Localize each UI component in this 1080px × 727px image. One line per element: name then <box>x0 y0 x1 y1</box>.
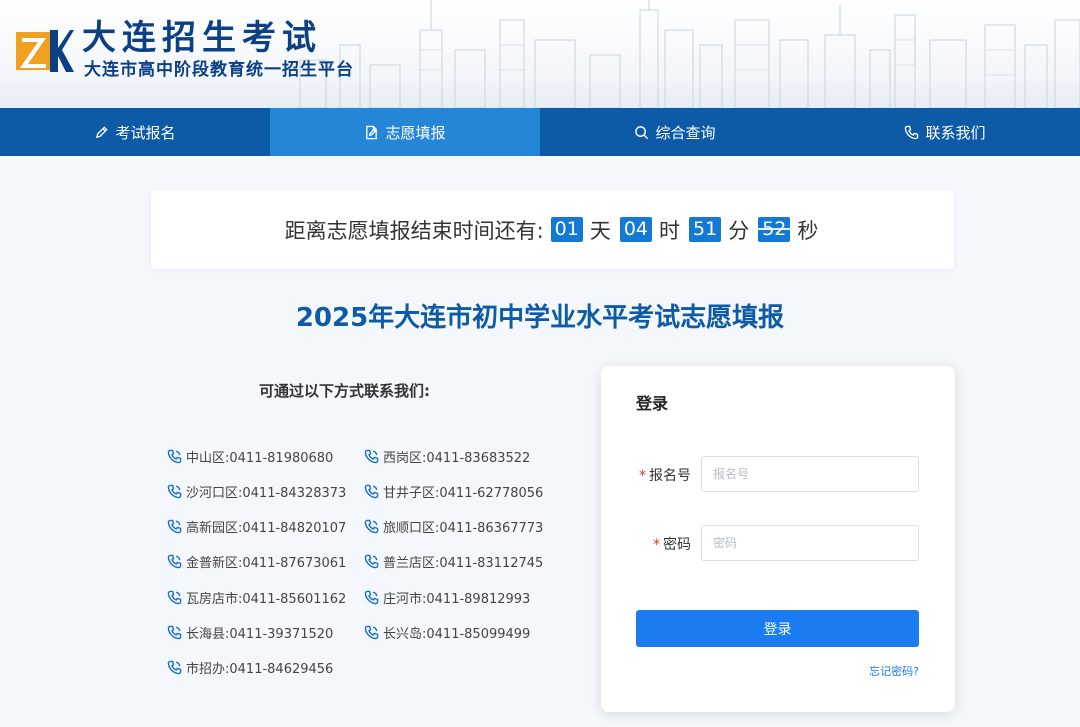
phone-icon <box>167 449 182 464</box>
contact-list-item: 甘井子区:0411-62778056 <box>364 482 543 501</box>
contact-text: 普兰店区:0411-83112745 <box>383 556 544 571</box>
phone-icon <box>167 519 182 534</box>
countdown-hours: 04 <box>619 217 653 242</box>
login-title: 登录 <box>636 394 669 413</box>
nav-item-application[interactable]: 志愿填报 <box>270 108 540 156</box>
countdown-days-unit: 天 <box>589 218 611 243</box>
pencil-icon <box>96 125 109 138</box>
nav-item-label: 综合查询 <box>655 123 716 142</box>
countdown-minutes: 51 <box>689 217 722 242</box>
contact-list-item: 长兴岛:0411-85099499 <box>364 623 530 642</box>
countdown-seconds: 52 <box>756 217 793 242</box>
phone-icon <box>167 625 182 640</box>
contact-text: 旅顺口区:0411-86367773 <box>383 521 544 536</box>
phone-icon <box>364 484 379 499</box>
password-label-text: 密码 <box>663 537 691 553</box>
phone-icon <box>167 554 182 569</box>
contact-list-item: 庄河市:0411-89812993 <box>364 588 530 607</box>
contact-text: 长兴岛:0411-85099499 <box>383 627 531 642</box>
countdown-days: 01 <box>550 217 583 242</box>
contact-list-item: 旅顺口区:0411-86367773 <box>364 517 543 536</box>
contact-list-item: 瓦房店市:0411-85601162 <box>167 588 346 607</box>
countdown-prefix: 距离志愿填报结束时间还有: <box>284 218 544 243</box>
countdown-seconds-unit: 秒 <box>797 218 819 243</box>
contact-list-item: 长海县:0411-39371520 <box>167 623 333 642</box>
nav-item-label: 联系我们 <box>925 123 986 142</box>
contact-text: 金普新区:0411-87673061 <box>186 556 347 571</box>
contact-list-item: 沙河口区:0411-84328373 <box>167 482 346 501</box>
search-icon <box>635 125 649 139</box>
password-input[interactable] <box>701 525 919 561</box>
phone-icon <box>167 590 182 605</box>
password-label: * 密码 <box>601 534 691 554</box>
contact-text: 西岗区:0411-83683522 <box>383 451 531 466</box>
main-nav: 考试报名 志愿填报 综合查询 联系我们 <box>0 108 1080 156</box>
username-label-text: 报名号 <box>649 468 691 484</box>
site-header: 大连招生考试 大连市高中阶段教育统一招生平台 <box>0 0 1080 108</box>
edit-document-icon <box>366 125 378 139</box>
nav-item-label: 志愿填报 <box>385 123 446 142</box>
nav-item-contact[interactable]: 联系我们 <box>810 108 1080 156</box>
contact-text: 甘井子区:0411-62778056 <box>383 486 544 501</box>
phone-icon <box>364 590 379 605</box>
contact-text: 高新园区:0411-84820107 <box>186 521 347 536</box>
contact-list-item: 中山区:0411-81980680 <box>167 447 333 466</box>
login-card: 登录 *报名号 *密码 登录 忘记密码? <box>601 366 955 712</box>
username-label: * 报名号 <box>601 465 691 485</box>
page-title: 2025年大连市初中学业水平考试志愿填报 <box>295 303 785 333</box>
countdown-hours-unit: 时 <box>659 218 681 243</box>
contact-text: 长海县:0411-39371520 <box>186 627 334 642</box>
contact-text: 市招办:0411-84629456 <box>186 662 334 677</box>
contact-text: 瓦房店市:0411-85601162 <box>186 592 347 607</box>
contact-list-item: 西岗区:0411-83683522 <box>364 447 530 466</box>
countdown-minutes-unit: 分 <box>728 218 750 243</box>
contact-text: 沙河口区:0411-84328373 <box>186 486 347 501</box>
contact-list-item: 普兰店区:0411-83112745 <box>364 552 543 571</box>
contact-list-item: 高新园区:0411-84820107 <box>167 517 346 536</box>
phone-icon <box>167 660 182 675</box>
required-mark: * <box>653 537 660 553</box>
login-button[interactable]: 登录 <box>636 610 919 647</box>
phone-icon <box>364 554 379 569</box>
nav-item-exam-registration[interactable]: 考试报名 <box>0 108 270 156</box>
phone-icon <box>364 625 379 640</box>
site-subtitle: 大连市高中阶段教育统一招生平台 <box>84 60 354 80</box>
phone-icon <box>167 484 182 499</box>
forgot-password-link[interactable]: 忘记密码? <box>869 663 919 679</box>
required-mark: * <box>639 468 646 484</box>
nav-item-query[interactable]: 综合查询 <box>540 108 810 156</box>
contact-list-item: 金普新区:0411-87673061 <box>167 552 346 571</box>
contact-text: 庄河市:0411-89812993 <box>383 592 531 607</box>
countdown-banner: 距离志愿填报结束时间还有: 01 天 04 时 51 分 52 秒 <box>151 190 954 269</box>
username-input[interactable] <box>701 456 919 492</box>
phone-icon <box>364 519 379 534</box>
zk-logo-icon <box>16 30 74 72</box>
contact-text: 中山区:0411-81980680 <box>186 451 334 466</box>
contact-heading: 可通过以下方式联系我们: <box>259 382 430 400</box>
nav-item-label: 考试报名 <box>115 123 176 142</box>
phone-icon <box>905 125 919 139</box>
contact-list-item: 市招办:0411-84629456 <box>167 658 333 677</box>
site-title: 大连招生考试 <box>82 18 322 58</box>
phone-icon <box>364 449 379 464</box>
